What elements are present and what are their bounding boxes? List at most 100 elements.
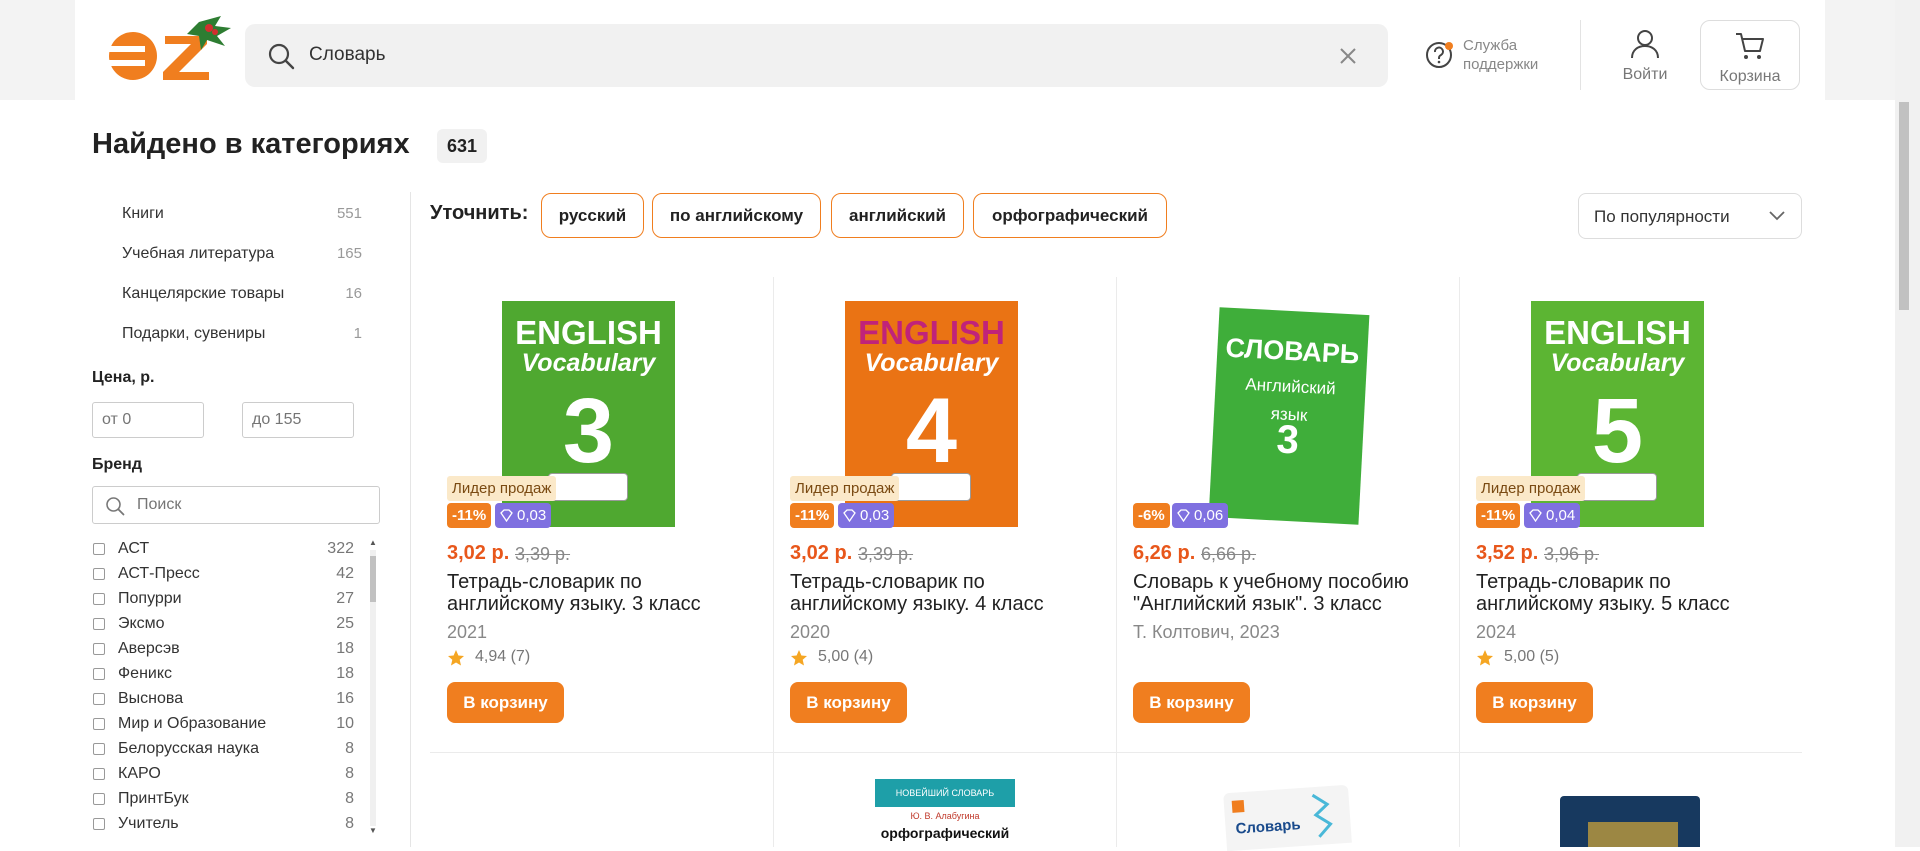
product-card[interactable]: ENGLISH Vocabulary 4 Лидер продаж -11% 0… — [773, 277, 1116, 752]
sort-dropdown[interactable]: По популярности — [1578, 193, 1802, 239]
cover-title: Словарь — [1235, 816, 1302, 838]
results-count-badge: 631 — [437, 129, 488, 163]
brand-label: Мир и Образование — [118, 715, 267, 732]
category-item[interactable]: Учебная литература 165 — [122, 240, 362, 280]
brand-filter-heading: Бренд — [92, 456, 142, 473]
scrollbar-thumb[interactable] — [370, 556, 376, 602]
book-cover-image[interactable]: Словарь — [1223, 784, 1352, 851]
brand-count: 8 — [345, 740, 354, 757]
brand-option[interactable]: Аверсэв 18 — [92, 638, 354, 663]
login-label: Войти — [1622, 66, 1668, 83]
book-cover-image[interactable] — [1560, 796, 1700, 847]
star-icon — [791, 650, 807, 666]
product-title-link[interactable]: Словарь к учебному пособию "Английский я… — [1133, 571, 1443, 615]
scroll-down-icon[interactable]: ▼ — [369, 826, 377, 835]
refine-chip[interactable]: по английскому — [652, 193, 821, 238]
star-icon — [1477, 650, 1493, 666]
brand-option[interactable]: Выснова 16 — [92, 688, 354, 713]
brand-option[interactable]: Эксмо 25 — [92, 613, 354, 638]
sidebar-divider — [410, 192, 411, 847]
cover-title: орфографический — [880, 825, 1010, 841]
brand-label: ПринтБук — [118, 790, 189, 807]
chevron-down-icon — [1769, 211, 1785, 221]
oz-logo[interactable] — [103, 12, 233, 84]
login-button[interactable]: Войти — [1610, 28, 1680, 88]
category-item[interactable]: Книги 551 — [122, 200, 362, 240]
brand-checkbox[interactable] — [93, 693, 105, 705]
product-card[interactable]: СЛОВАРЬ Английский язык 3 -6% 0,06 6,26 … — [1116, 277, 1459, 752]
search-icon — [268, 43, 295, 70]
brand-option[interactable]: Попурри 27 — [92, 588, 354, 613]
brand-search-input[interactable] — [137, 493, 367, 517]
cover-title: ENGLISH — [1544, 314, 1691, 351]
book-cover-image[interactable]: НОВЕЙШИЙ СЛОВАРЬ Ю. В. Алабугина орфогра… — [875, 779, 1015, 847]
add-to-cart-button[interactable]: В корзину — [447, 682, 564, 723]
brand-option[interactable]: КАРО 8 — [92, 763, 354, 788]
book-cover-image[interactable]: СЛОВАРЬ Английский язык 3 — [1208, 307, 1370, 525]
cashback-badge: 0,03 — [838, 503, 895, 528]
brand-option[interactable]: Мир и Образование 10 — [92, 713, 354, 738]
scroll-up-icon[interactable]: ▲ — [369, 538, 377, 547]
close-icon[interactable] — [1338, 46, 1358, 66]
price-filter-heading: Цена, р. — [92, 369, 155, 386]
brand-list-scrollbar[interactable]: ▲ ▼ — [367, 538, 379, 838]
brand-checkbox[interactable] — [93, 618, 105, 630]
brand-count: 10 — [336, 715, 354, 732]
brand-checkbox[interactable] — [93, 568, 105, 580]
price: 3,02 р. — [790, 542, 853, 564]
diamond-icon — [843, 509, 856, 522]
brand-option[interactable]: ПринтБук 8 — [92, 788, 354, 813]
brand-checkbox[interactable] — [93, 743, 105, 755]
add-to-cart-button[interactable]: В корзину — [790, 682, 907, 723]
brand-checkbox[interactable] — [93, 593, 105, 605]
product-card[interactable]: ENGLISH Vocabulary 3 Лидер продаж -11% 0… — [430, 277, 773, 752]
brand-option[interactable]: Учитель 8 — [92, 813, 354, 838]
price-from-input[interactable] — [92, 402, 204, 438]
rating: 5,00 (5) — [1504, 648, 1560, 665]
add-to-cart-button[interactable]: В корзину — [1476, 682, 1593, 723]
cashback-value: 0,06 — [1194, 507, 1224, 524]
brand-label: Феникс — [118, 665, 173, 682]
brand-option[interactable]: АСТ-Пресс 42 — [92, 563, 354, 588]
price-to-input[interactable] — [242, 402, 354, 438]
category-item[interactable]: Подарки, сувениры 1 — [122, 320, 362, 360]
support-label: Служба поддержки — [1463, 37, 1539, 73]
brand-count: 27 — [336, 590, 354, 607]
brand-checkbox[interactable] — [93, 643, 105, 655]
brand-checkbox[interactable] — [93, 668, 105, 680]
brand-checkbox[interactable] — [93, 543, 105, 555]
refine-chip[interactable]: русский — [541, 193, 644, 238]
refine-chip[interactable]: английский — [831, 193, 964, 238]
support-link[interactable]: Служба поддержки — [1425, 36, 1575, 80]
product-card[interactable]: ENGLISH Vocabulary 5 Лидер продаж -11% 0… — [1459, 277, 1802, 752]
cover-name-box — [891, 473, 971, 501]
brand-option[interactable]: АСТ 322 — [92, 538, 354, 563]
category-item[interactable]: Канцелярские товары 16 — [122, 280, 362, 320]
cashback-value: 0,04 — [1546, 507, 1576, 524]
diamond-icon — [500, 509, 513, 522]
brand-option[interactable]: Феникс 18 — [92, 663, 354, 688]
brand-checkbox[interactable] — [93, 768, 105, 780]
brand-option[interactable]: Белорусская наука 8 — [92, 738, 354, 763]
category-label: Канцелярские товары — [122, 285, 285, 302]
cart-button[interactable]: Корзина — [1700, 20, 1800, 90]
brand-checkbox[interactable] — [93, 818, 105, 830]
add-to-cart-button[interactable]: В корзину — [1133, 682, 1250, 723]
product-title-link[interactable]: Тетрадь-словарик по английскому языку. 3… — [447, 571, 757, 615]
product-title-link[interactable]: Тетрадь-словарик по английскому языку. 4… — [790, 571, 1100, 615]
category-count: 16 — [345, 285, 362, 302]
scrollbar-thumb[interactable] — [1899, 102, 1909, 310]
refine-chip[interactable]: орфографический — [973, 193, 1167, 238]
brand-count: 18 — [336, 665, 354, 682]
search-input[interactable] — [309, 38, 1269, 72]
product-title-link[interactable]: Тетрадь-словарик по английскому языку. 5… — [1476, 571, 1786, 615]
brand-checkbox[interactable] — [93, 718, 105, 730]
brand-search-box[interactable] — [92, 486, 380, 524]
page-scrollbar[interactable] — [1895, 0, 1920, 847]
brand-count: 16 — [336, 690, 354, 707]
search-bar[interactable] — [245, 24, 1388, 87]
cover-title: ENGLISH — [515, 314, 662, 351]
brand-count: 42 — [336, 565, 354, 582]
brand-checkbox[interactable] — [93, 793, 105, 805]
brand-count: 25 — [336, 615, 354, 632]
